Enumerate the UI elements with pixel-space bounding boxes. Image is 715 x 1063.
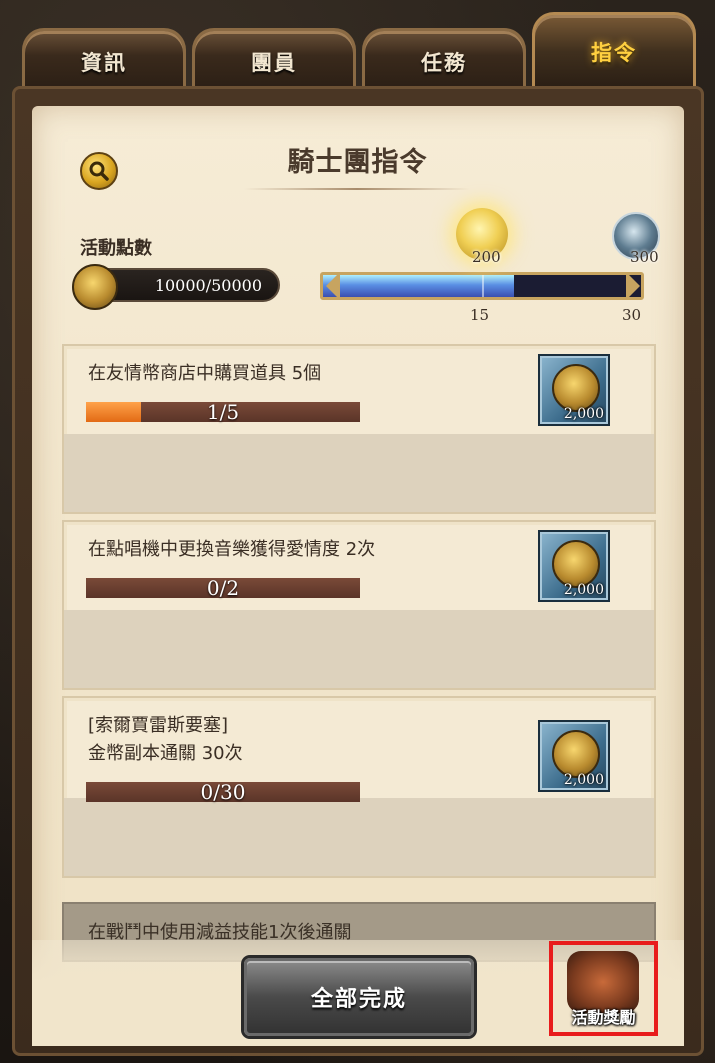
task-progress-text: 0/2 (206, 576, 240, 600)
task-progress-bar: 0/2 (86, 578, 360, 598)
page-title: 騎士團指令 (287, 147, 428, 178)
task-progress-text: 0/30 (200, 780, 246, 804)
task-card: 在友情幣商店中購買道具 5個 1/5 2,000 (62, 344, 656, 514)
progress-tick-label: 15 (470, 306, 490, 324)
task-progress-text: 1/5 (206, 400, 240, 424)
milestone-value: 300 (630, 248, 659, 266)
knight-medal-icon (552, 540, 600, 588)
reward-amount: 2,000 (563, 772, 604, 788)
tab-commands[interactable]: 指令 (532, 12, 696, 88)
activity-points-label: 活動點數 (80, 238, 152, 259)
milestone-value: 200 (472, 248, 501, 266)
activity-progress-bar (320, 272, 644, 300)
tab-quests[interactable]: 任務 (362, 28, 526, 92)
task-reward[interactable]: 2,000 (538, 354, 610, 426)
knight-medal-icon (552, 364, 600, 412)
progress-tick-mark (482, 275, 484, 297)
activity-progress-fill (323, 275, 514, 297)
task-description: 在點唱機中更換音樂獲得愛情度 2次 (88, 539, 376, 560)
knight-medal-icon (72, 264, 118, 310)
task-card: 在點唱機中更換音樂獲得愛情度 2次 0/2 2,000 (62, 520, 656, 690)
title-divider (244, 188, 470, 190)
tab-bar: 資訊 團員 任務 指令 (22, 10, 698, 92)
task-progress-bar: 1/5 (86, 402, 360, 422)
task-progress-bar: 0/30 (86, 782, 360, 802)
reward-amount: 2,000 (563, 406, 604, 422)
reward-amount: 2,000 (563, 582, 604, 598)
knight-medal-icon (552, 730, 600, 778)
task-description: [索爾賈雷斯要塞] 金幣副本通關 30次 (88, 715, 243, 764)
tab-members[interactable]: 團員 (192, 28, 356, 92)
tab-info[interactable]: 資訊 (22, 28, 186, 92)
task-description: 在友情幣商店中購買道具 5個 (88, 363, 322, 384)
task-reward[interactable]: 2,000 (538, 530, 610, 602)
task-card: [索爾賈雷斯要塞] 金幣副本通關 30次 0/30 2,000 (62, 696, 656, 878)
progress-tick-label: 30 (622, 306, 642, 324)
event-reward-label: 活動獎勵 (571, 1008, 636, 1027)
event-reward-button[interactable]: 活動獎勵 (549, 941, 658, 1036)
task-reward[interactable]: 2,000 (538, 720, 610, 792)
complete-all-button[interactable]: 全部完成 (244, 958, 474, 1036)
